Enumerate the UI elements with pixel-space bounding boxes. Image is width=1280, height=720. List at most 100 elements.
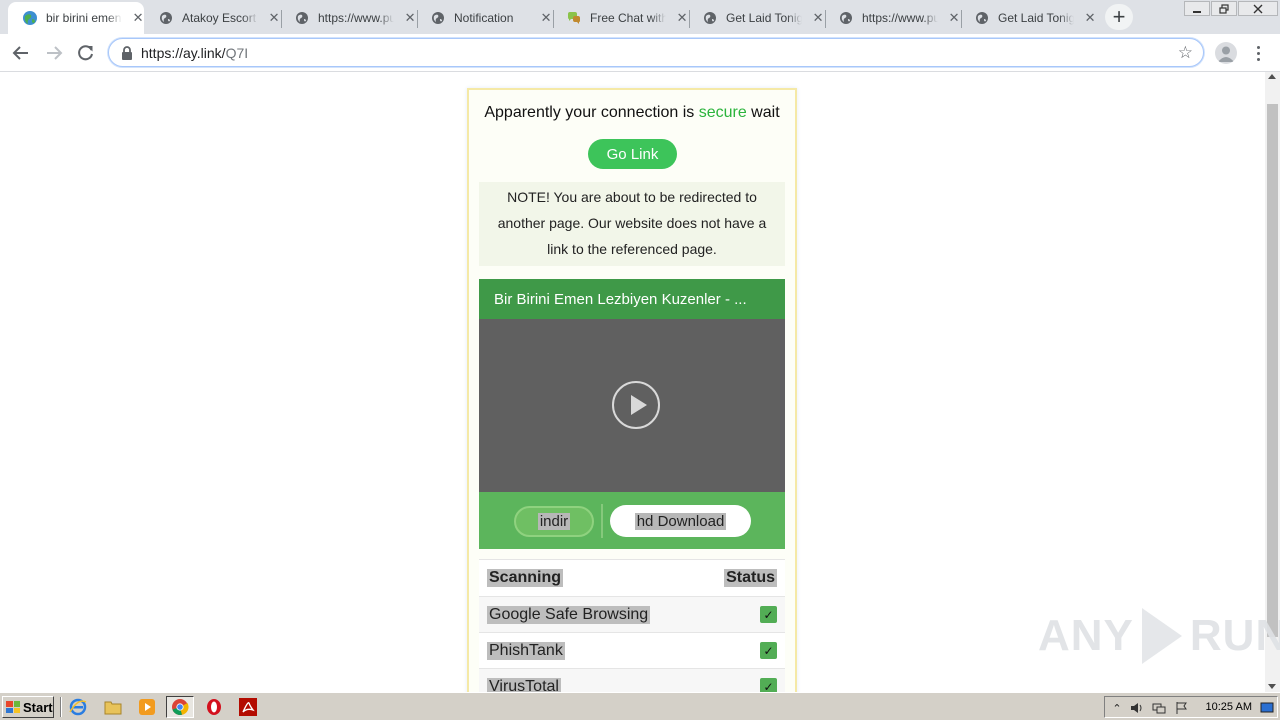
video-area[interactable] [479, 319, 785, 492]
go-link-button[interactable]: Go Link [588, 139, 677, 169]
close-icon[interactable]: ✕ [1084, 10, 1096, 26]
tab-title: Atakoy Escort [182, 11, 257, 25]
scroll-down-icon[interactable] [1268, 684, 1276, 689]
bookmark-star-icon[interactable]: ☆ [1178, 43, 1193, 63]
internet-explorer-icon[interactable] [68, 697, 88, 717]
close-icon[interactable]: ✕ [268, 10, 280, 26]
watermark-left-text: ANY [1038, 611, 1134, 660]
profile-avatar-icon[interactable] [1215, 42, 1237, 64]
globe-icon [838, 10, 854, 26]
globe-icon [158, 10, 174, 26]
tab-title: Get Laid Tonight [726, 11, 803, 25]
page-viewport: Apparently your connection is secure wai… [0, 72, 1265, 692]
network-icon[interactable] [1152, 701, 1166, 715]
globe-green-icon [22, 10, 38, 26]
window-controls [1183, 1, 1278, 17]
tab-title: Get Laid Tonight [998, 11, 1075, 25]
scrollbar-thumb[interactable] [1267, 104, 1278, 637]
tab-5[interactable]: Get Laid Tonight ✕ [688, 2, 824, 34]
tab-1[interactable]: Atakoy Escort ✕ [144, 2, 280, 34]
button-divider [601, 504, 603, 538]
tab-6[interactable]: https://www.pu ✕ [824, 2, 960, 34]
watermark-play-icon [1141, 608, 1182, 664]
scroll-up-icon[interactable] [1268, 74, 1276, 79]
close-window-icon [1253, 4, 1263, 13]
status-column-header: Status [724, 569, 777, 587]
close-icon[interactable]: ✕ [404, 10, 416, 26]
connection-secure-word: secure [698, 104, 747, 121]
close-icon[interactable]: ✕ [540, 10, 552, 26]
tab-7[interactable]: Get Laid Tonight ✕ [960, 2, 1096, 34]
tab-title: Notification [454, 11, 514, 25]
scan-name: Google Safe Browsing [487, 605, 651, 624]
url-path: Q7I [225, 45, 249, 61]
restore-button[interactable] [1211, 1, 1237, 16]
clock[interactable]: 10:25 AM [1206, 701, 1252, 713]
volume-icon[interactable] [1130, 701, 1144, 715]
media-player-icon[interactable] [137, 697, 157, 717]
connection-prefix: Apparently your connection is [484, 104, 699, 121]
chrome-taskbar-icon[interactable] [166, 696, 194, 718]
redirect-note: NOTE! You are about to be redirected to … [479, 182, 785, 266]
tab-2[interactable]: https://www.pu ✕ [280, 2, 416, 34]
close-icon[interactable]: ✕ [948, 10, 960, 26]
chat-icon [566, 10, 582, 26]
restore-icon [1219, 3, 1229, 14]
scan-name: PhishTank [487, 641, 565, 660]
url-text: https://ay.link/Q7I [141, 45, 248, 61]
video-download-bar: indir hd Download [479, 492, 785, 549]
folder-icon[interactable] [103, 697, 123, 717]
tab-title: bir birini emen lezbiyen kuzenler [46, 11, 122, 25]
tab-strip: bir birini emen lezbiyen kuzenler ✕ Atak… [0, 0, 1280, 34]
tab-4[interactable]: Free Chat with ✕ [552, 2, 688, 34]
video-title[interactable]: Bir Birini Emen Lezbiyen Kuzenler - ... [479, 279, 785, 319]
connection-suffix: wait [746, 104, 780, 121]
browser-menu-icon[interactable] [1250, 42, 1266, 64]
scan-table: Scanning Status Google Safe Browsing ✓ P… [479, 559, 785, 692]
scan-name: VirusTotal [487, 677, 561, 692]
close-icon[interactable]: ✕ [812, 10, 824, 26]
new-tab-button[interactable]: + [1105, 4, 1133, 30]
tab-title: https://www.pu [318, 11, 395, 25]
checkmark-icon: ✓ [760, 642, 777, 659]
checkmark-icon: ✓ [760, 606, 777, 623]
watermark-right-text: RUN [1189, 611, 1280, 660]
anyrun-watermark: ANY RUN [1038, 608, 1280, 664]
vertical-scrollbar[interactable] [1265, 72, 1280, 692]
arrow-left-icon [12, 46, 28, 60]
globe-icon [430, 10, 446, 26]
tab-title: https://www.pu [862, 11, 939, 25]
windows-logo-icon [6, 701, 20, 713]
minimize-button[interactable] [1184, 1, 1210, 16]
tab-0[interactable]: bir birini emen lezbiyen kuzenler ✕ [8, 2, 144, 34]
reload-button[interactable] [74, 41, 98, 65]
table-row: VirusTotal ✓ [479, 668, 785, 692]
back-button[interactable] [9, 41, 33, 65]
indir-button[interactable]: indir [514, 506, 594, 537]
tab-title: Free Chat with [590, 11, 667, 25]
forward-button[interactable] [42, 41, 66, 65]
close-icon[interactable]: ✕ [676, 10, 688, 26]
start-label: Start [23, 699, 53, 715]
flag-icon[interactable] [1175, 701, 1189, 715]
hd-download-button[interactable]: hd Download [610, 505, 751, 537]
acrobat-reader-icon[interactable] [238, 697, 258, 717]
system-tray: ⌃ 10:25 AM [1104, 696, 1278, 718]
show-desktop-icon[interactable] [1260, 701, 1274, 715]
scanning-column-header: Scanning [487, 569, 564, 587]
close-icon[interactable]: ✕ [132, 10, 144, 26]
minimize-icon [1193, 10, 1201, 13]
taskbar-separator [60, 697, 62, 717]
address-bar[interactable]: https://ay.link/Q7I ☆ [108, 38, 1204, 67]
tab-3[interactable]: Notification ✕ [416, 2, 552, 34]
play-icon[interactable] [612, 381, 660, 429]
close-window-button[interactable] [1238, 1, 1278, 16]
chevron-up-icon[interactable]: ⌃ [1110, 701, 1124, 715]
browser-toolbar: https://ay.link/Q7I ☆ [0, 34, 1280, 72]
opera-icon[interactable] [204, 697, 224, 717]
hd-download-label: hd Download [634, 512, 727, 530]
url-host: https://ay.link/ [141, 45, 226, 61]
redirect-card: Apparently your connection is secure wai… [467, 88, 797, 692]
start-button[interactable]: Start [2, 696, 54, 718]
checkmark-icon: ✓ [760, 678, 777, 692]
